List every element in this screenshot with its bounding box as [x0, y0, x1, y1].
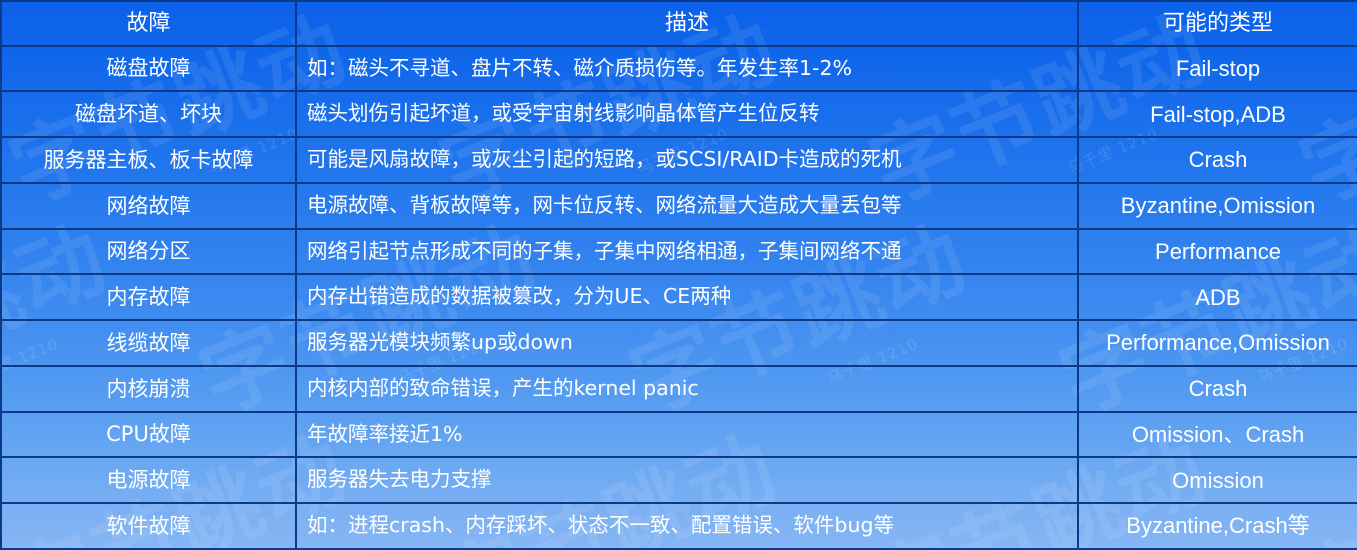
column-header-description: 描述: [295, 0, 1079, 47]
table-row: 内核崩溃 内核内部的致命错误，产生的kernel panic Crash: [0, 364, 1357, 413]
cell-fault-type: Omission: [1077, 456, 1357, 505]
cell-fault-description: 网络引起节点形成不同的子集，子集中网络相通，子集间网络不通: [295, 227, 1079, 276]
fault-type-table-container: 字节跳动 马千里 1210 字节跳动 马千里 1210 字节跳动 马千里 1210 字节跳动…: [0, 0, 1357, 550]
cell-fault-type: Fail-stop: [1077, 44, 1357, 93]
cell-fault-type: ADB: [1077, 273, 1357, 322]
table-row: 软件故障 如：进程crash、内存踩坏、状态不一致、配置错误、软件bug等 Byza…: [0, 502, 1357, 550]
cell-fault-description: 年故障率接近1%: [295, 410, 1079, 459]
table-row: 电源故障 服务器失去电力支撑 Omission: [0, 456, 1357, 505]
cell-fault-name: CPU故障: [0, 410, 297, 459]
table-row: 磁盘坏道、坏块 磁头划伤引起坏道，或受宇宙射线影响晶体管产生位反转 Fail-sto…: [0, 90, 1357, 139]
cell-fault-description: 服务器光模块频繁up或down: [295, 319, 1079, 367]
column-header-type: 可能的类型: [1077, 0, 1357, 47]
cell-fault-name: 线缆故障: [0, 319, 297, 367]
table-row: 内存故障 内存出错造成的数据被篡改，分为UE、CE两种 ADB: [0, 273, 1357, 322]
table-row: 网络分区 网络引起节点形成不同的子集，子集中网络相通，子集间网络不通 Perform…: [0, 227, 1357, 276]
column-header-fault: 故障: [0, 0, 297, 47]
cell-fault-description: 磁头划伤引起坏道，或受宇宙射线影响晶体管产生位反转: [295, 90, 1079, 139]
cell-fault-name: 网络故障: [0, 181, 297, 230]
cell-fault-type: Performance,Omission: [1077, 319, 1357, 367]
table-row: CPU故障 年故障率接近1% Omission、Crash: [0, 410, 1357, 459]
cell-fault-description: 服务器失去电力支撑: [295, 456, 1079, 505]
cell-fault-description: 内核内部的致命错误，产生的kernel panic: [295, 364, 1079, 413]
cell-fault-name: 磁盘坏道、坏块: [0, 90, 297, 139]
cell-fault-type: Crash: [1077, 136, 1357, 184]
table-row: 服务器主板、板卡故障 可能是风扇故障，或灰尘引起的短路，或SCSI/RAID卡造成…: [0, 136, 1357, 184]
table-row: 磁盘故障 如：磁头不寻道、盘片不转、磁介质损伤等。年发生率1-2% Fail-sto…: [0, 44, 1357, 93]
cell-fault-name: 磁盘故障: [0, 44, 297, 93]
table-body: 磁盘故障 如：磁头不寻道、盘片不转、磁介质损伤等。年发生率1-2% Fail-sto…: [0, 44, 1357, 550]
cell-fault-type: Fail-stop,ADB: [1077, 90, 1357, 139]
cell-fault-type: Omission、Crash: [1077, 410, 1357, 459]
cell-fault-name: 软件故障: [0, 502, 297, 550]
cell-fault-type: Byzantine,Omission: [1077, 181, 1357, 230]
cell-fault-name: 网络分区: [0, 227, 297, 276]
cell-fault-description: 如：进程crash、内存踩坏、状态不一致、配置错误、软件bug等: [295, 502, 1079, 550]
cell-fault-name: 服务器主板、板卡故障: [0, 136, 297, 184]
cell-fault-type: Crash: [1077, 364, 1357, 413]
table-header-row: 故障 描述 可能的类型: [0, 0, 1357, 47]
cell-fault-description: 可能是风扇故障，或灰尘引起的短路，或SCSI/RAID卡造成的死机: [295, 136, 1079, 184]
cell-fault-description: 电源故障、背板故障等，网卡位反转、网络流量大造成大量丢包等: [295, 181, 1079, 230]
cell-fault-type: Byzantine,Crash等: [1077, 502, 1357, 550]
cell-fault-type: Performance: [1077, 227, 1357, 276]
cell-fault-name: 内存故障: [0, 273, 297, 322]
cell-fault-name: 电源故障: [0, 456, 297, 505]
cell-fault-description: 内存出错造成的数据被篡改，分为UE、CE两种: [295, 273, 1079, 322]
table-row: 线缆故障 服务器光模块频繁up或down Performance,Omission: [0, 319, 1357, 367]
cell-fault-name: 内核崩溃: [0, 364, 297, 413]
fault-type-table: 故障 描述 可能的类型 磁盘故障 如：磁头不寻道、盘片不转、磁介质损伤等。年发生率…: [0, 0, 1357, 550]
table-row: 网络故障 电源故障、背板故障等，网卡位反转、网络流量大造成大量丢包等 Byzanti…: [0, 181, 1357, 230]
cell-fault-description: 如：磁头不寻道、盘片不转、磁介质损伤等。年发生率1-2%: [295, 44, 1079, 93]
